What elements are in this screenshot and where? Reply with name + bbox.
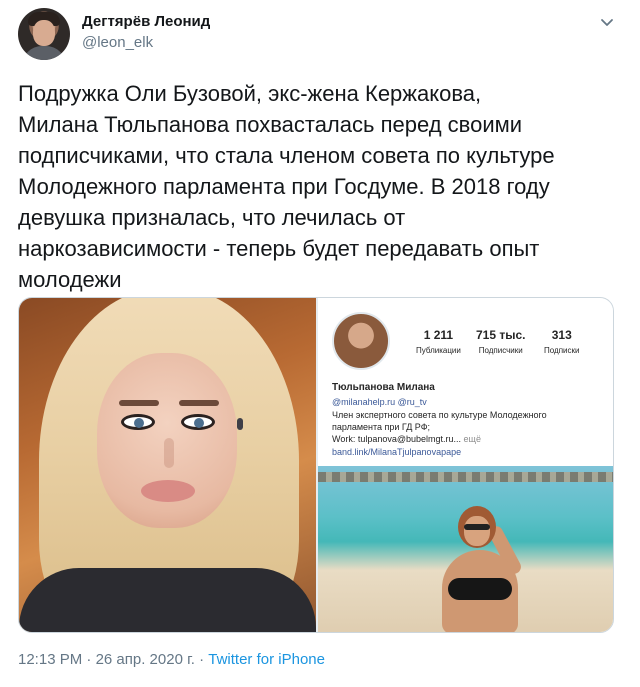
tweet-text: Подружка Оли Бузовой, экс-жена Кержакова… (18, 81, 555, 292)
profile-more: ещё (461, 434, 481, 444)
profile-work: Work: tulpanova@bubelmgt.ru... ещё (332, 433, 602, 445)
meta-separator: · (82, 651, 96, 668)
profile-work-text: Work: tulpanova@bubelmgt.ru... (332, 434, 462, 444)
stat-following-label: Подписки (544, 346, 580, 355)
beach-pier (318, 472, 613, 482)
person-sunglasses (464, 524, 490, 530)
meta-separator: · (194, 651, 209, 668)
tweet-time[interactable]: 12:13 PM (18, 651, 82, 668)
profile-mentions: @milanahelp.ru @ru_tv (332, 397, 427, 407)
chevron-down-icon[interactable] (597, 12, 617, 32)
photo-portrait[interactable] (19, 298, 316, 632)
tweet-date[interactable]: 26 апр. 2020 г. (96, 651, 195, 668)
photo-instagram-screenshot[interactable]: 1 211 Публикации 715 тыс. Подписчики 313… (318, 298, 613, 632)
stat-posts: 1 211 Публикации (416, 328, 461, 355)
media-grid: 1 211 Публикации 715 тыс. Подписчики 313… (18, 297, 614, 633)
avatar-shirt (22, 46, 66, 60)
portrait-earring (237, 418, 243, 430)
stat-posts-num: 1 211 (423, 328, 454, 342)
profile-bio-line1: Член экспертного совета по культуре Моло… (332, 410, 547, 420)
person-swimsuit (448, 578, 512, 600)
portrait-nose (164, 438, 174, 468)
portrait-brow-left (119, 400, 159, 406)
author-handle[interactable]: @leon_elk (82, 34, 153, 51)
portrait-eye-right (181, 414, 215, 430)
stat-following: 313 Подписки (544, 328, 579, 355)
profile-bio-line2: парламента при ГД РФ; (332, 422, 431, 432)
avatar-face (33, 20, 55, 46)
profile-avatar (332, 312, 390, 370)
beach-photo (318, 466, 613, 632)
stat-followers-num: 715 тыс. (476, 328, 526, 342)
tweet-source-link[interactable]: Twitter for iPhone (208, 651, 325, 668)
author-avatar[interactable] (18, 8, 70, 60)
person-face (464, 516, 490, 546)
profile-name: Тюльпанова Милана (332, 382, 435, 393)
portrait-brow-right (179, 400, 219, 406)
stat-following-num: 313 (551, 328, 572, 342)
stat-followers-label: Подписчики (478, 346, 523, 355)
tweet-meta: 12:13 PM · 26 апр. 2020 г. · Twitter for… (18, 651, 325, 668)
portrait-shirt (19, 568, 316, 632)
portrait-lips (141, 480, 195, 502)
tweet-card: Дегтярёв Леонид @leon_elk Подружка Оли Б… (0, 0, 640, 687)
stat-followers: 715 тыс. Подписчики (476, 328, 526, 355)
portrait-eye-left (121, 414, 155, 430)
author-name[interactable]: Дегтярёв Леонид (82, 13, 210, 30)
stat-posts-label: Публикации (416, 346, 461, 355)
beach-person (428, 506, 538, 632)
profile-link: band.link/MilanaTjulpanovapape (332, 447, 462, 457)
